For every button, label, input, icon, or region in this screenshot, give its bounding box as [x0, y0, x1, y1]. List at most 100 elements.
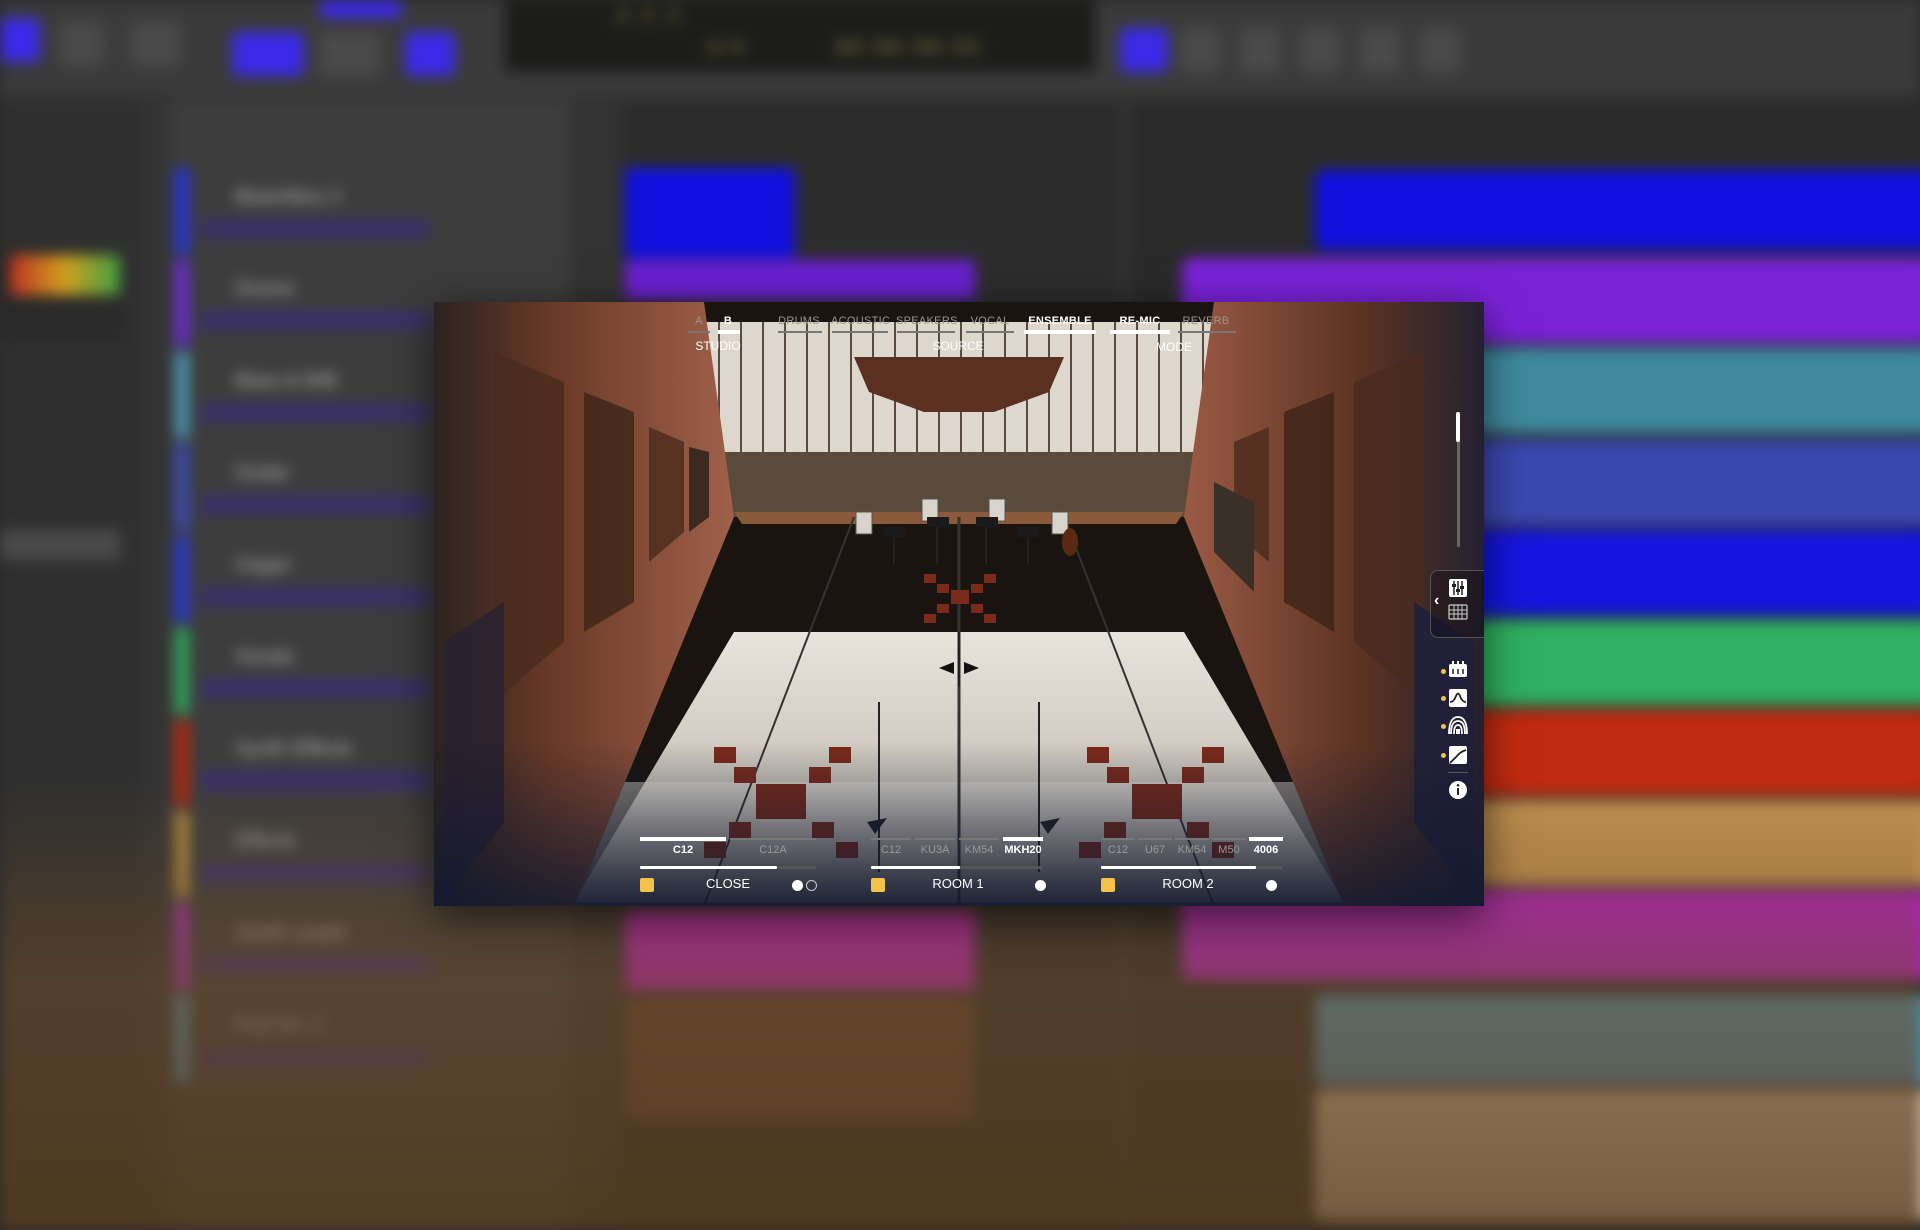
daw-button	[1180, 28, 1220, 72]
close-level-fill	[640, 866, 777, 869]
reverb-waves-icon[interactable]	[1448, 716, 1468, 736]
source-tab-vocal[interactable]: VOCAL	[965, 315, 1015, 327]
daw-button	[320, 32, 380, 76]
close-mic-c12-indicator	[640, 837, 726, 841]
output-level-fill	[1456, 412, 1460, 442]
dynamics-active-bullet	[1441, 753, 1446, 758]
room2-mic-4006-indicator	[1249, 837, 1283, 841]
room1-mic-mkh20[interactable]: MKH20	[1003, 844, 1043, 856]
room1-mic-ku3a-indicator	[915, 838, 955, 840]
mixer-icon[interactable]	[1448, 578, 1468, 598]
source-tab-speakers-indicator	[897, 331, 955, 333]
room2-mic-km54-indicator	[1175, 838, 1209, 840]
side-divider	[1448, 772, 1468, 773]
daw-button	[130, 22, 180, 66]
track-level-bar	[200, 588, 430, 606]
track-name: Synth Effects	[235, 738, 353, 760]
studio-room-render	[434, 302, 1484, 906]
room2-mic-km54[interactable]: KM54	[1175, 844, 1209, 856]
close-position-dot-filled[interactable]	[792, 880, 803, 891]
room1-enable-checkbox[interactable]	[871, 878, 885, 892]
track-color-strip	[175, 352, 189, 438]
daw-button	[1360, 28, 1400, 72]
source-tab-drums-indicator	[778, 331, 822, 333]
source-tab-vocal-indicator	[966, 331, 1014, 333]
daw-lcd-display: 3.2.2 4/4 00:00:08:03	[505, 0, 1095, 72]
studio-tab-b-indicator	[718, 330, 740, 334]
track-level-bar	[200, 312, 430, 330]
close-enable-checkbox[interactable]	[640, 878, 654, 892]
track-color-strip	[175, 628, 189, 714]
daw-button	[0, 18, 40, 62]
close-position-dot-empty[interactable]	[806, 880, 817, 891]
track-name: Beachbox 2	[235, 186, 341, 208]
room2-mic-4006[interactable]: 4006	[1249, 844, 1283, 856]
mode-tab-re-mic-indicator	[1110, 330, 1170, 334]
daw-button	[320, 0, 402, 18]
daw-track-row: Beachbox 2	[175, 168, 565, 254]
keyboard-grid-icon[interactable]	[1448, 602, 1468, 622]
room1-group-label: ROOM 1	[932, 876, 984, 891]
track-name: Vocals	[235, 646, 294, 668]
room1-mic-ku3a[interactable]: KU3A	[915, 844, 955, 856]
close-mic-c12a-indicator	[730, 838, 816, 840]
mode-group-label: MODE	[1156, 340, 1192, 354]
studio-tab-a[interactable]: A	[689, 315, 709, 327]
room2-mic-m50[interactable]: M50	[1212, 844, 1246, 856]
room2-mic-u67[interactable]: U67	[1138, 844, 1172, 856]
studio-tab-b[interactable]: B	[718, 315, 738, 327]
room1-mic-c12-indicator	[871, 838, 911, 840]
source-tab-acoustic[interactable]: ACOUSTIC	[831, 315, 890, 327]
daw-button	[1120, 28, 1168, 72]
close-mic-c12[interactable]: C12	[640, 844, 726, 856]
track-name: Organ	[235, 554, 291, 576]
source-tab-drums[interactable]: DRUMS	[776, 315, 822, 327]
room1-mic-km54[interactable]: KM54	[959, 844, 999, 856]
track-name: Guitar	[235, 462, 290, 484]
room2-group-label: ROOM 2	[1162, 876, 1214, 891]
info-icon[interactable]	[1448, 780, 1468, 800]
room1-mic-km54-indicator	[959, 838, 999, 840]
preamp-icon[interactable]	[1448, 660, 1468, 680]
room2-mic-c12[interactable]: C12	[1101, 844, 1135, 856]
studio-group-label: STUDIO	[695, 339, 741, 353]
daw-button	[60, 22, 104, 66]
room1-mic-c12[interactable]: C12	[871, 844, 911, 856]
room2-mic-u67-indicator	[1138, 838, 1172, 840]
eq-curve-icon[interactable]	[1448, 688, 1468, 708]
daw-button	[1420, 28, 1460, 72]
studio-tab-a-indicator	[688, 331, 710, 333]
source-tab-ensemble-indicator	[1024, 330, 1096, 334]
daw-button	[1240, 28, 1280, 72]
room2-mic-c12-indicator	[1101, 838, 1135, 840]
source-tab-speakers[interactable]: SPEAKERS	[896, 315, 957, 327]
track-color-strip	[175, 444, 189, 530]
room-plugin-window: A B STUDIO DRUMS ACOUSTIC SPEAKERS VOCAL…	[434, 302, 1484, 906]
mode-tab-reverb-indicator	[1178, 331, 1236, 333]
room1-position-dot[interactable]	[1035, 880, 1046, 891]
daw-button	[405, 32, 455, 76]
track-color-strip	[175, 168, 189, 254]
room2-mic-m50-indicator	[1212, 838, 1246, 840]
mode-tab-re-mic[interactable]: RE-MIC	[1110, 315, 1170, 327]
room2-position-dot[interactable]	[1266, 880, 1277, 891]
track-level-bar	[200, 404, 430, 422]
preamp-active-bullet	[1441, 669, 1446, 674]
chevron-left-icon[interactable]: ‹	[1434, 592, 1439, 610]
dynamics-curve-icon[interactable]	[1448, 745, 1468, 765]
daw-button	[232, 32, 304, 76]
source-tab-ensemble[interactable]: ENSEMBLE	[1022, 315, 1098, 327]
track-name: Bass & 808	[235, 370, 338, 392]
track-color-strip	[175, 536, 189, 622]
close-group-label: CLOSE	[705, 876, 751, 891]
eq-active-bullet	[1441, 696, 1446, 701]
track-level-bar	[200, 680, 430, 698]
room1-mic-mkh20-indicator	[1003, 837, 1043, 841]
mode-tab-reverb[interactable]: REVERB	[1176, 315, 1236, 327]
source-tab-acoustic-indicator	[832, 331, 888, 333]
daw-button	[1300, 28, 1340, 72]
room2-level-fill	[1101, 866, 1256, 869]
close-mic-c12a[interactable]: C12A	[730, 844, 816, 856]
room2-enable-checkbox[interactable]	[1101, 878, 1115, 892]
track-color-strip	[175, 260, 189, 346]
